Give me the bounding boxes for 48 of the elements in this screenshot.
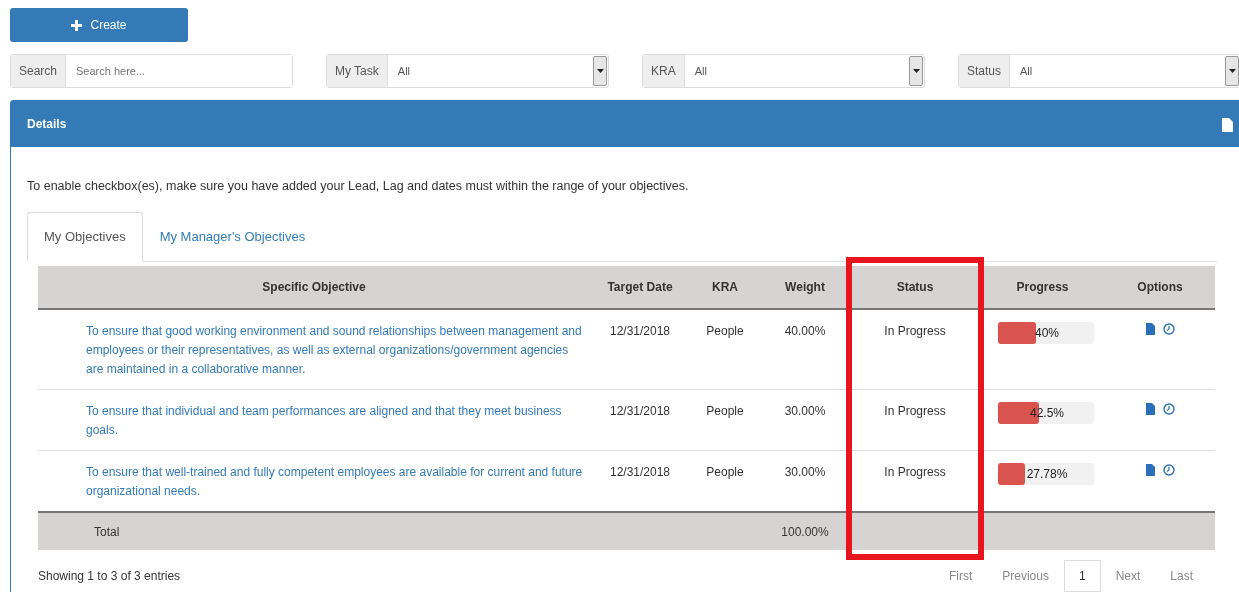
field-label: My Task (327, 55, 388, 87)
caret-icon (1228, 69, 1236, 73)
table-cell: People (690, 389, 760, 451)
search-field[interactable]: Search Search here... (10, 54, 293, 88)
entries-info: Showing 1 to 3 of 3 entries (38, 568, 181, 586)
table-cell: 12/31/2018 (590, 309, 690, 390)
total-weight: 100.00% (781, 524, 829, 539)
pagination-button[interactable]: Next (1100, 560, 1156, 592)
clock-icon[interactable] (1162, 403, 1175, 416)
select-field[interactable]: KRA All (642, 54, 925, 88)
select-field[interactable]: Status All (958, 54, 1239, 88)
panel-title: Details (27, 116, 67, 133)
clock-icon[interactable] (1162, 323, 1175, 336)
field-label: Search (11, 55, 67, 87)
document-icon[interactable] (1145, 403, 1155, 416)
document-icon[interactable] (1145, 464, 1155, 477)
plus-icon (71, 19, 83, 31)
column-header: Target Date (590, 266, 690, 310)
column-header: Status (850, 266, 980, 310)
instruction-text: To enable checkbox(es), make sure you have added your Lead, Lag and dates must within the range of your objectives. (27, 178, 690, 195)
objective-link[interactable]: To ensure that good working environment and sound relationships between management and employees or their representatives, as well as external organizations/government agencies are maintained in a collaborative manner. (38, 309, 590, 390)
document-icon[interactable] (1222, 117, 1233, 132)
objective-link[interactable]: To ensure that individual and team performances are aligned and that they meet business goals. (38, 389, 590, 451)
tab[interactable]: My Objectives (27, 211, 143, 263)
progress-label: 27.78% (1025, 467, 1068, 482)
caret-icon (596, 69, 604, 73)
column-header: KRA (690, 266, 760, 310)
pagination-button[interactable]: First (933, 560, 988, 592)
caret-icon (912, 69, 920, 73)
table-cell: People (690, 309, 760, 390)
pagination-button[interactable]: Last (1155, 560, 1208, 592)
table-cell: 30.00% (760, 389, 850, 451)
table-cell: In Progress (850, 389, 980, 451)
tab[interactable]: My Manager's Objectives (142, 211, 323, 262)
field-label: KRA (643, 55, 685, 87)
table-cell: 12/31/2018 (590, 389, 690, 451)
create-button[interactable]: Create (10, 8, 188, 42)
select-field[interactable]: My Task All (326, 54, 609, 88)
table-cell: 40.00% (760, 309, 850, 390)
field-label: Status (959, 55, 1011, 87)
column-header: Specific Objective (38, 266, 590, 310)
table-cell: In Progress (850, 309, 980, 390)
total-label: Total (94, 524, 120, 539)
pagination-button[interactable]: Previous (987, 560, 1064, 592)
clock-icon[interactable] (1162, 464, 1175, 477)
pagination-button[interactable]: 1 (1063, 560, 1101, 592)
column-header: Options (1105, 266, 1215, 310)
document-icon[interactable] (1145, 323, 1155, 336)
